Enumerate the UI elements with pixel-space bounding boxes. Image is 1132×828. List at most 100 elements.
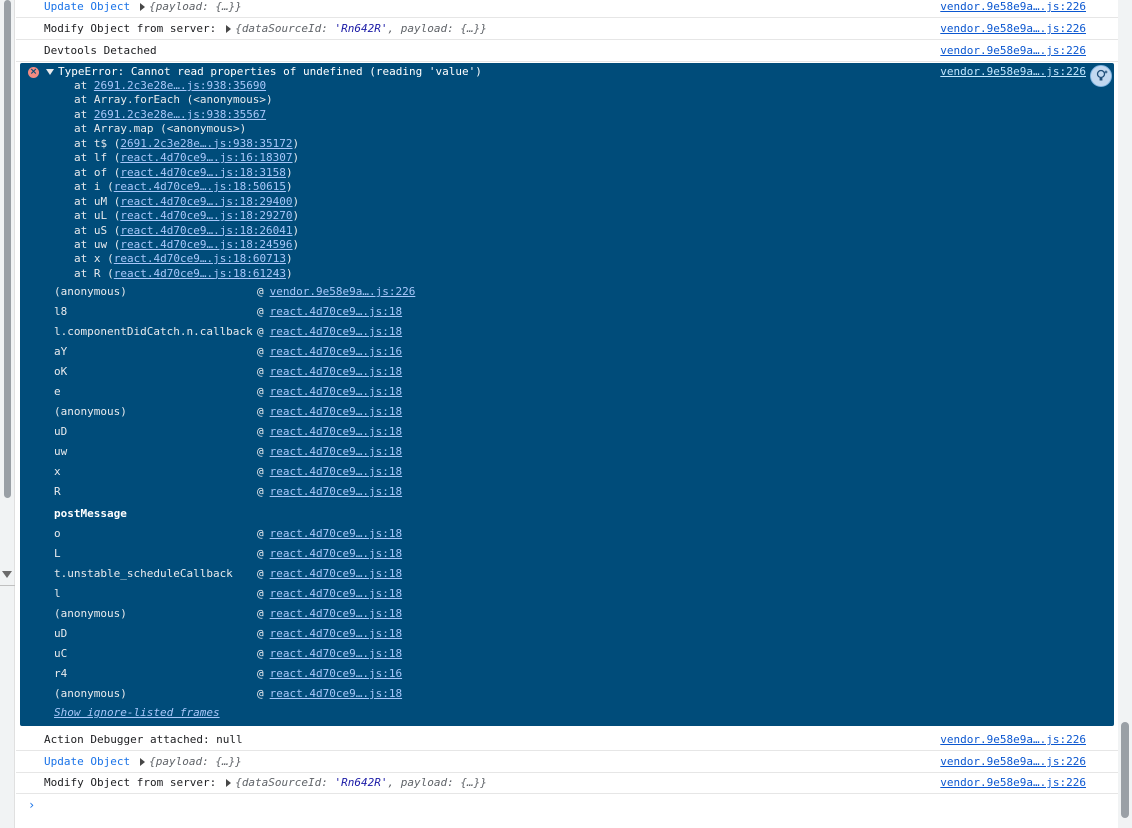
call-frame-row: x @ react.4d70ce9….js:18 [54,465,402,478]
left-scrollbar[interactable] [0,0,15,828]
right-scrollbar[interactable] [1118,0,1132,828]
message-text: Devtools Detached [44,44,157,57]
source-link[interactable]: vendor.9e58e9a….js:226 [940,44,1086,57]
console-message: Modify Object from server: {dataSourceId:… [16,773,1118,794]
frame-source-link[interactable]: react.4d70ce9….js:16 [270,345,402,358]
console-prompt[interactable]: › [16,794,1118,818]
message-text: Modify Object from server: [44,22,217,35]
source-link[interactable]: vendor.9e58e9a….js:226 [940,22,1086,35]
call-frame-row: uC @ react.4d70ce9….js:18 [54,647,402,660]
stack-line: at Array.forEach (<anonymous>) [74,93,273,107]
message-text: Modify Object from server: [44,776,217,789]
source-link[interactable]: vendor.9e58e9a….js:226 [940,755,1086,768]
call-frame-row: l @ react.4d70ce9….js:18 [54,587,402,600]
function-name: l [54,587,61,600]
source-link[interactable]: vendor.9e58e9a….js:226 [940,776,1086,789]
frame-source-link[interactable]: react.4d70ce9….js:18 [270,607,402,620]
function-name: uw [54,445,68,458]
object-preview[interactable]: {payload: {…}} [149,755,242,768]
frame-source-link[interactable]: react.4d70ce9….js:18 [270,385,402,398]
object-preview[interactable]: {dataSourceId: 'Rn642R', payload: {…}} [235,22,487,35]
frame-source-link[interactable]: react.4d70ce9….js:18 [270,547,402,560]
expand-triangle-icon[interactable] [140,3,146,11]
expand-triangle-icon[interactable] [226,779,232,787]
function-name: r4 [54,667,68,680]
at-sign: @ [257,405,264,418]
expand-triangle-icon[interactable] [140,758,146,766]
at-sign: @ [257,687,264,700]
stack-source-link[interactable]: react.4d70ce9….js:18:3158 [120,166,286,179]
call-frame-row: l.componentDidCatch.n.callback @ react.4d7… [54,325,402,338]
at-sign: @ [257,445,264,458]
right-scrollbar-thumb[interactable] [1121,722,1129,818]
stack-line: at Array.map (<anonymous>) [74,122,247,136]
at-sign: @ [257,425,264,438]
frame-source-link[interactable]: react.4d70ce9….js:18 [270,527,402,540]
show-ignore-listed-frames-link[interactable]: Show ignore-listed frames [54,706,220,719]
stack-line: at 2691.2c3e28e….js:938:35690 [74,79,267,92]
frame-source-link[interactable]: vendor.9e58e9a….js:226 [270,285,416,298]
call-frame-row: (anonymous) @ react.4d70ce9….js:18 [54,687,402,700]
frame-source-link[interactable]: react.4d70ce9….js:18 [270,305,402,318]
object-preview[interactable]: {payload: {…}} [149,0,242,13]
left-scrollbar-thumb[interactable] [4,0,11,498]
at-sign: @ [257,485,264,498]
frame-source-link[interactable]: react.4d70ce9….js:18 [270,687,402,700]
stack-source-link[interactable]: react.4d70ce9….js:18:29270 [120,209,292,222]
source-link[interactable]: vendor.9e58e9a….js:226 [940,733,1086,746]
prompt-chevron-icon: › [28,798,36,812]
frame-source-link[interactable]: react.4d70ce9….js:18 [270,445,402,458]
stack-source-link[interactable]: react.4d70ce9….js:18:24596 [120,238,292,251]
group-label[interactable]: Update Object [44,0,130,13]
stack-source-link[interactable]: react.4d70ce9….js:16:18307 [120,151,292,164]
frame-source-link[interactable]: react.4d70ce9….js:18 [270,647,402,660]
stack-source-link[interactable]: react.4d70ce9….js:18:61243 [114,267,286,280]
at-sign: @ [257,627,264,640]
stack-line: at of (react.4d70ce9….js:18:3158) [74,165,293,179]
scroll-down-arrow-icon[interactable] [2,571,12,578]
stack-source-link[interactable]: react.4d70ce9….js:18:29400 [120,195,292,208]
call-frame-row: l8 @ react.4d70ce9….js:18 [54,305,402,318]
stack-line: at i (react.4d70ce9….js:18:50615) [74,180,293,194]
console-panel: Update Object {payload: {…}} vendor.9e58e… [16,0,1118,828]
frame-source-link[interactable]: react.4d70ce9….js:18 [270,587,402,600]
stack-source-link[interactable]: 2691.2c3e28e….js:938:35690 [94,79,266,92]
stack-source-link[interactable]: react.4d70ce9….js:18:50615 [114,180,286,193]
function-name: uC [54,647,68,660]
frame-source-link[interactable]: react.4d70ce9….js:18 [270,627,402,640]
at-sign: @ [257,305,264,318]
frame-source-link[interactable]: react.4d70ce9….js:18 [270,425,402,438]
stack-source-link[interactable]: 2691.2c3e28e….js:938:35567 [94,108,266,121]
collapse-triangle-icon[interactable] [46,69,54,75]
frame-source-link[interactable]: react.4d70ce9….js:18 [270,405,402,418]
frame-source-link[interactable]: react.4d70ce9….js:16 [270,667,402,680]
stack-source-link[interactable]: react.4d70ce9….js:18:60713 [114,252,286,265]
error-headline[interactable]: TypeError: Cannot read properties of und… [58,65,482,78]
source-link[interactable]: vendor.9e58e9a….js:226 [940,0,1086,13]
call-frame-row: uw @ react.4d70ce9….js:18 [54,445,402,458]
frame-source-link[interactable]: react.4d70ce9….js:18 [270,567,402,580]
at-sign: @ [257,345,264,358]
call-frame-row: uD @ react.4d70ce9….js:18 [54,627,402,640]
frame-source-link[interactable]: react.4d70ce9….js:18 [270,365,402,378]
stack-line: at uM (react.4d70ce9….js:18:29400) [74,194,300,208]
stack-source-link[interactable]: react.4d70ce9….js:18:26041 [120,224,292,237]
function-name: o [54,527,61,540]
ai-assistance-lightbulb-icon[interactable] [1090,65,1112,87]
at-sign: @ [257,527,264,540]
stack-source-link[interactable]: 2691.2c3e28e….js:938:35172 [120,137,292,150]
call-frame-row: (anonymous) @ react.4d70ce9….js:18 [54,607,402,620]
object-preview[interactable]: {dataSourceId: 'Rn642R', payload: {…}} [235,776,487,789]
function-name: (anonymous) [54,285,127,298]
source-link[interactable]: vendor.9e58e9a….js:226 [940,65,1086,78]
call-frame-row: aY @ react.4d70ce9….js:16 [54,345,402,358]
frame-source-link[interactable]: react.4d70ce9….js:18 [270,465,402,478]
call-frame-row: (anonymous) @ react.4d70ce9….js:18 [54,405,402,418]
expand-triangle-icon[interactable] [226,25,232,33]
console-message: Modify Object from server: {dataSourceId:… [16,19,1118,40]
group-label[interactable]: Update Object [44,755,130,768]
function-name: uD [54,627,68,640]
frame-source-link[interactable]: react.4d70ce9….js:18 [270,325,402,338]
console-message: Update Object {payload: {…}} vendor.9e58e… [16,0,1118,18]
frame-source-link[interactable]: react.4d70ce9….js:18 [270,485,402,498]
